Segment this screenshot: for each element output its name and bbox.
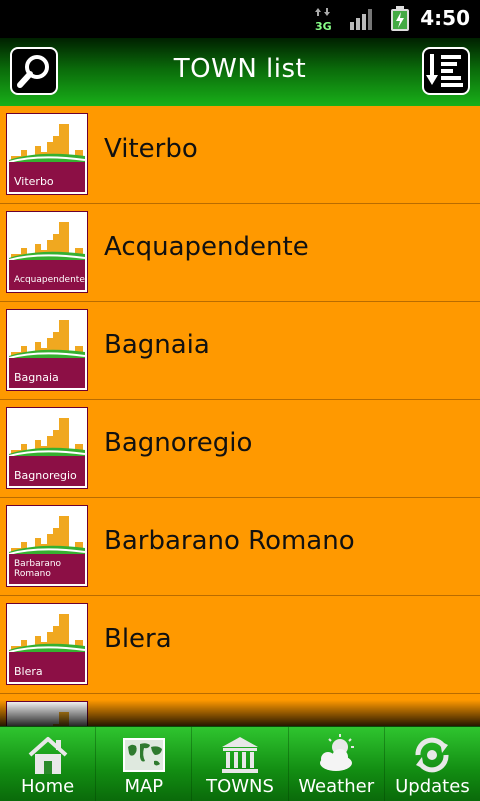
sort-button[interactable] bbox=[422, 47, 470, 95]
town-thumbnail: Blera bbox=[6, 603, 88, 685]
town-list[interactable]: Viterbo Viterbo Acquapendente Acquapende… bbox=[0, 106, 480, 726]
page-title: TOWN list bbox=[173, 54, 307, 84]
town-thumbnail: Barbarano Romano bbox=[6, 505, 88, 587]
town-thumbnail: Viterbo bbox=[6, 113, 88, 195]
nav-updates-label: Updates bbox=[395, 776, 470, 797]
nav-map-label: MAP bbox=[124, 776, 164, 797]
town-name: Viterbo bbox=[104, 134, 198, 164]
town-thumbnail: Bagnaia bbox=[6, 309, 88, 391]
town-name: Acquapendente bbox=[104, 232, 309, 262]
town-name: Barbarano Romano bbox=[104, 526, 355, 556]
weather-icon bbox=[320, 734, 355, 771]
bottom-nav: Home MAP TOWNS Weather Updates bbox=[0, 726, 480, 801]
thumbnail-label: Blera bbox=[14, 665, 43, 678]
town-name: Bagnaia bbox=[104, 330, 210, 360]
thumbnail-label: Viterbo bbox=[14, 175, 54, 188]
sort-list-icon bbox=[426, 54, 463, 87]
status-bar: 3G 4:50 bbox=[0, 0, 480, 38]
signal-icon bbox=[350, 9, 372, 30]
list-item[interactable]: Blera Blera bbox=[0, 596, 480, 694]
battery-charging-icon bbox=[391, 6, 409, 31]
network-3g-icon: 3G bbox=[315, 8, 332, 32]
thumbnail-label: Bagnaia bbox=[14, 371, 59, 384]
thumbnail-label: Barbarano Romano bbox=[14, 559, 62, 579]
nav-home-label: Home bbox=[21, 776, 75, 797]
list-item[interactable]: Acquapendente Acquapendente bbox=[0, 204, 480, 302]
nav-towns-label: TOWNS bbox=[206, 776, 274, 797]
town-thumbnail: Acquapendente bbox=[6, 211, 88, 293]
thumbnail-label: Acquapendente bbox=[14, 275, 85, 285]
list-item[interactable]: Barbarano Romano Barbarano Romano bbox=[0, 498, 480, 596]
town-thumbnail: Bagnoregio bbox=[6, 407, 88, 489]
list-item[interactable]: Bagnaia Bagnaia bbox=[0, 302, 480, 400]
towns-icon bbox=[222, 737, 258, 773]
title-bar: TOWN list bbox=[0, 38, 480, 106]
nav-map[interactable]: MAP bbox=[96, 727, 193, 801]
home-icon bbox=[28, 737, 67, 774]
updates-icon bbox=[415, 737, 449, 773]
network-label: 3G bbox=[315, 20, 332, 32]
nav-home[interactable]: Home bbox=[0, 727, 97, 801]
list-item[interactable]: Viterbo Viterbo bbox=[0, 106, 480, 204]
nav-weather[interactable]: Weather bbox=[289, 727, 385, 801]
list-fade bbox=[0, 700, 480, 726]
list-item[interactable]: Bagnoregio Bagnoregio bbox=[0, 400, 480, 498]
town-name: Bagnoregio bbox=[104, 428, 253, 458]
clock: 4:50 bbox=[420, 6, 470, 30]
nav-updates[interactable]: Updates bbox=[385, 727, 480, 801]
nav-towns[interactable]: TOWNS bbox=[192, 727, 289, 801]
thumbnail-label: Bagnoregio bbox=[14, 469, 77, 482]
map-icon bbox=[122, 738, 165, 772]
nav-weather-label: Weather bbox=[298, 776, 375, 797]
town-name: Blera bbox=[104, 624, 172, 654]
